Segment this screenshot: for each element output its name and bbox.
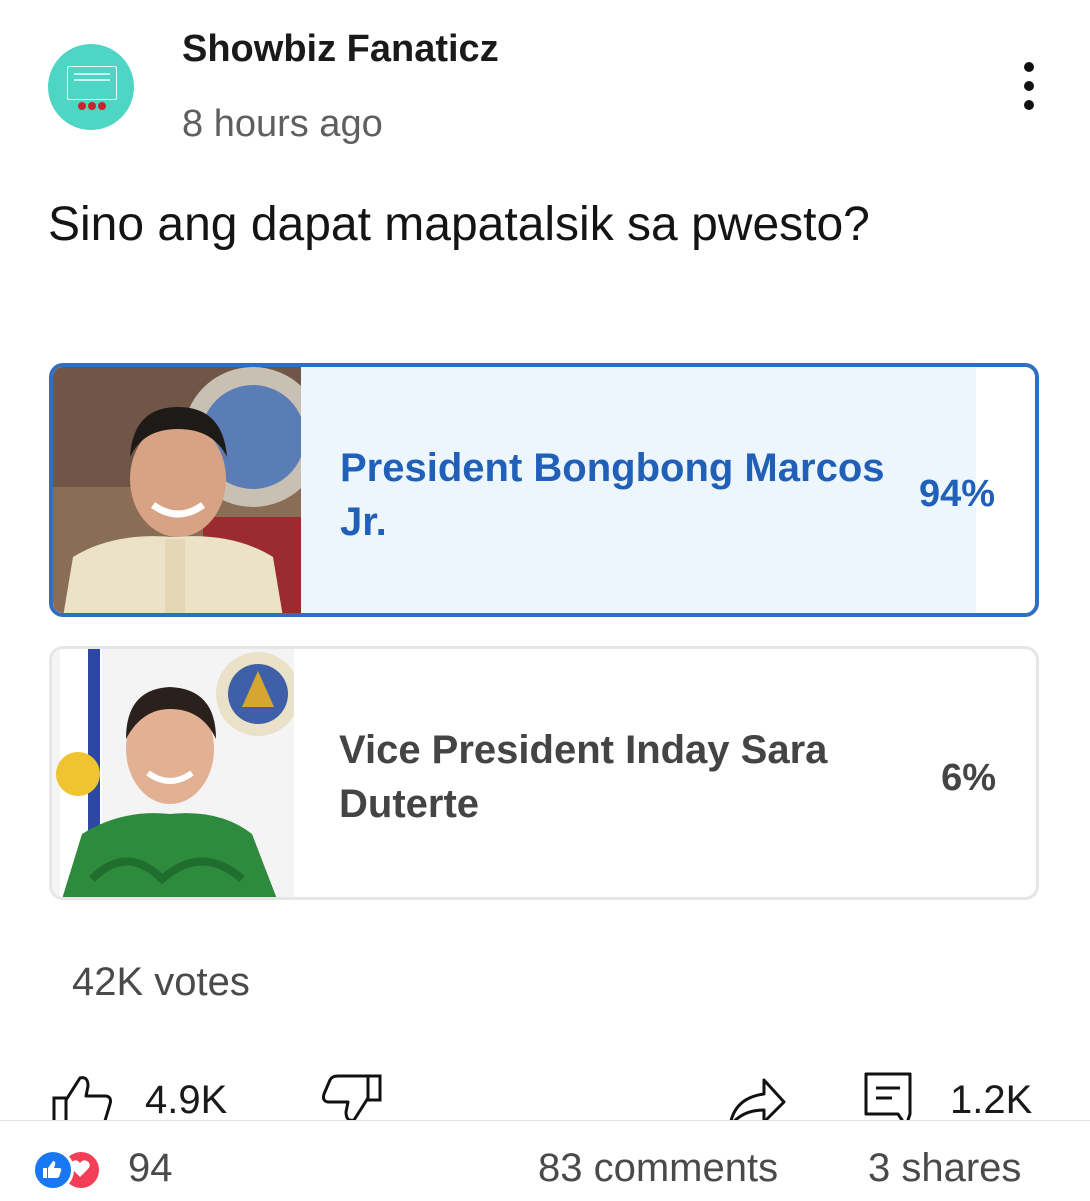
vote-count: 42K votes (72, 960, 250, 1004)
comment-count: 1.2K (950, 1078, 1033, 1122)
poll-option-percent: 6% (941, 757, 996, 799)
avatar-logo (67, 66, 117, 100)
candidate-photo (52, 649, 294, 897)
more-options-button[interactable] (1004, 56, 1054, 116)
like-reaction-icon[interactable] (32, 1149, 74, 1191)
candidate-photo (53, 367, 301, 613)
poll-post: Showbiz Fanaticz 8 hours ago Sino ang da… (0, 0, 1090, 1130)
page-avatar[interactable] (48, 44, 134, 130)
poll-question: Sino ang dapat mapatalsik sa pwesto? (48, 198, 870, 251)
poll-option-label: Vice President Inday Sara Duterte (339, 728, 828, 826)
poll-option-percent: 94% (918, 473, 995, 515)
page-name[interactable]: Showbiz Fanaticz (182, 28, 499, 71)
shares-link[interactable]: 3 shares (868, 1146, 1021, 1191)
poll-option-label: President Bongbong Marcos Jr. (340, 446, 885, 544)
engagement-footer: 94 83 comments 3 shares (0, 1120, 1090, 1201)
post-time: 8 hours ago (182, 103, 383, 145)
comments-link[interactable]: 83 comments (538, 1146, 778, 1191)
reactions-count[interactable]: 94 (128, 1146, 173, 1191)
upvote-count: 4.9K (145, 1078, 228, 1122)
poll-option-2[interactable]: Vice President Inday Sara Duterte 6% (49, 646, 1039, 900)
poll-option-1[interactable]: President Bongbong Marcos Jr. 94% (49, 363, 1039, 617)
avatar-logo-dots (78, 102, 106, 110)
